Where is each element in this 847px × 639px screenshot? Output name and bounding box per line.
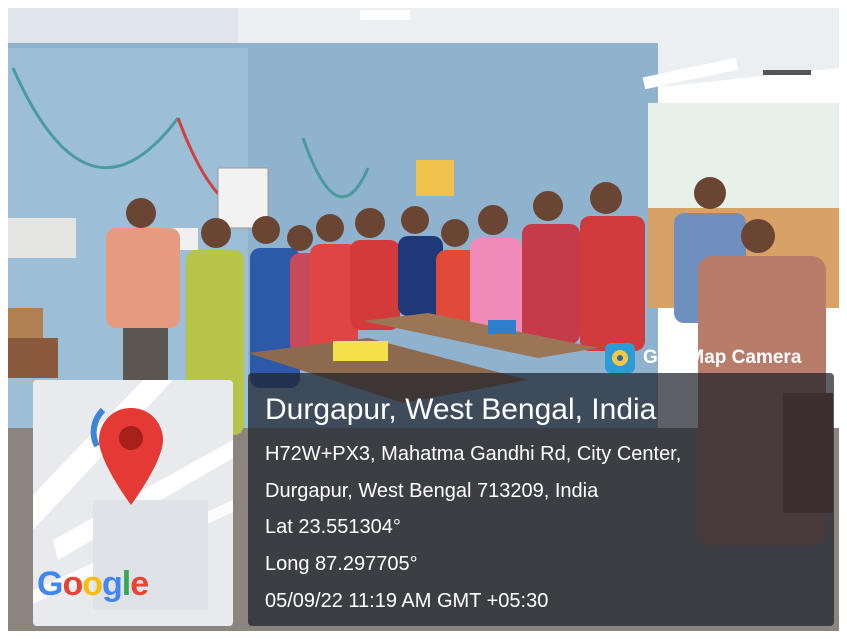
app-name: GPS Map Camera <box>643 347 802 368</box>
gps-camera-icon <box>605 343 635 373</box>
google-logo: Google <box>37 565 149 603</box>
ceiling-light <box>360 10 410 20</box>
gift-box <box>488 320 516 334</box>
longitude: Long 87.297705° <box>265 553 418 575</box>
map-thumbnail: Google <box>33 380 233 626</box>
ac-unit <box>8 218 76 258</box>
poster <box>416 160 454 196</box>
address-line-2: Durgapur, West Bengal 713209, India <box>265 480 599 502</box>
latitude: Lat 23.551304° <box>265 516 401 538</box>
window <box>648 103 839 223</box>
side-desk <box>8 338 58 378</box>
address-line-1: H72W+PX3, Mahatma Gandhi Rd, City Center… <box>265 443 682 465</box>
location-title: Durgapur, West Bengal, India <box>265 393 657 426</box>
location-info-panel: Durgapur, West Bengal, India H72W+PX3, M… <box>248 373 834 626</box>
cake <box>333 341 388 361</box>
datetime: 05/09/22 11:19 AM GMT +05:30 <box>265 590 549 612</box>
photo-frame: GPS Map Camera Google Durgapur, West Ben… <box>8 8 839 631</box>
ceiling-fan <box>763 70 811 75</box>
box <box>8 308 43 338</box>
app-badge: GPS Map Camera <box>605 343 801 373</box>
